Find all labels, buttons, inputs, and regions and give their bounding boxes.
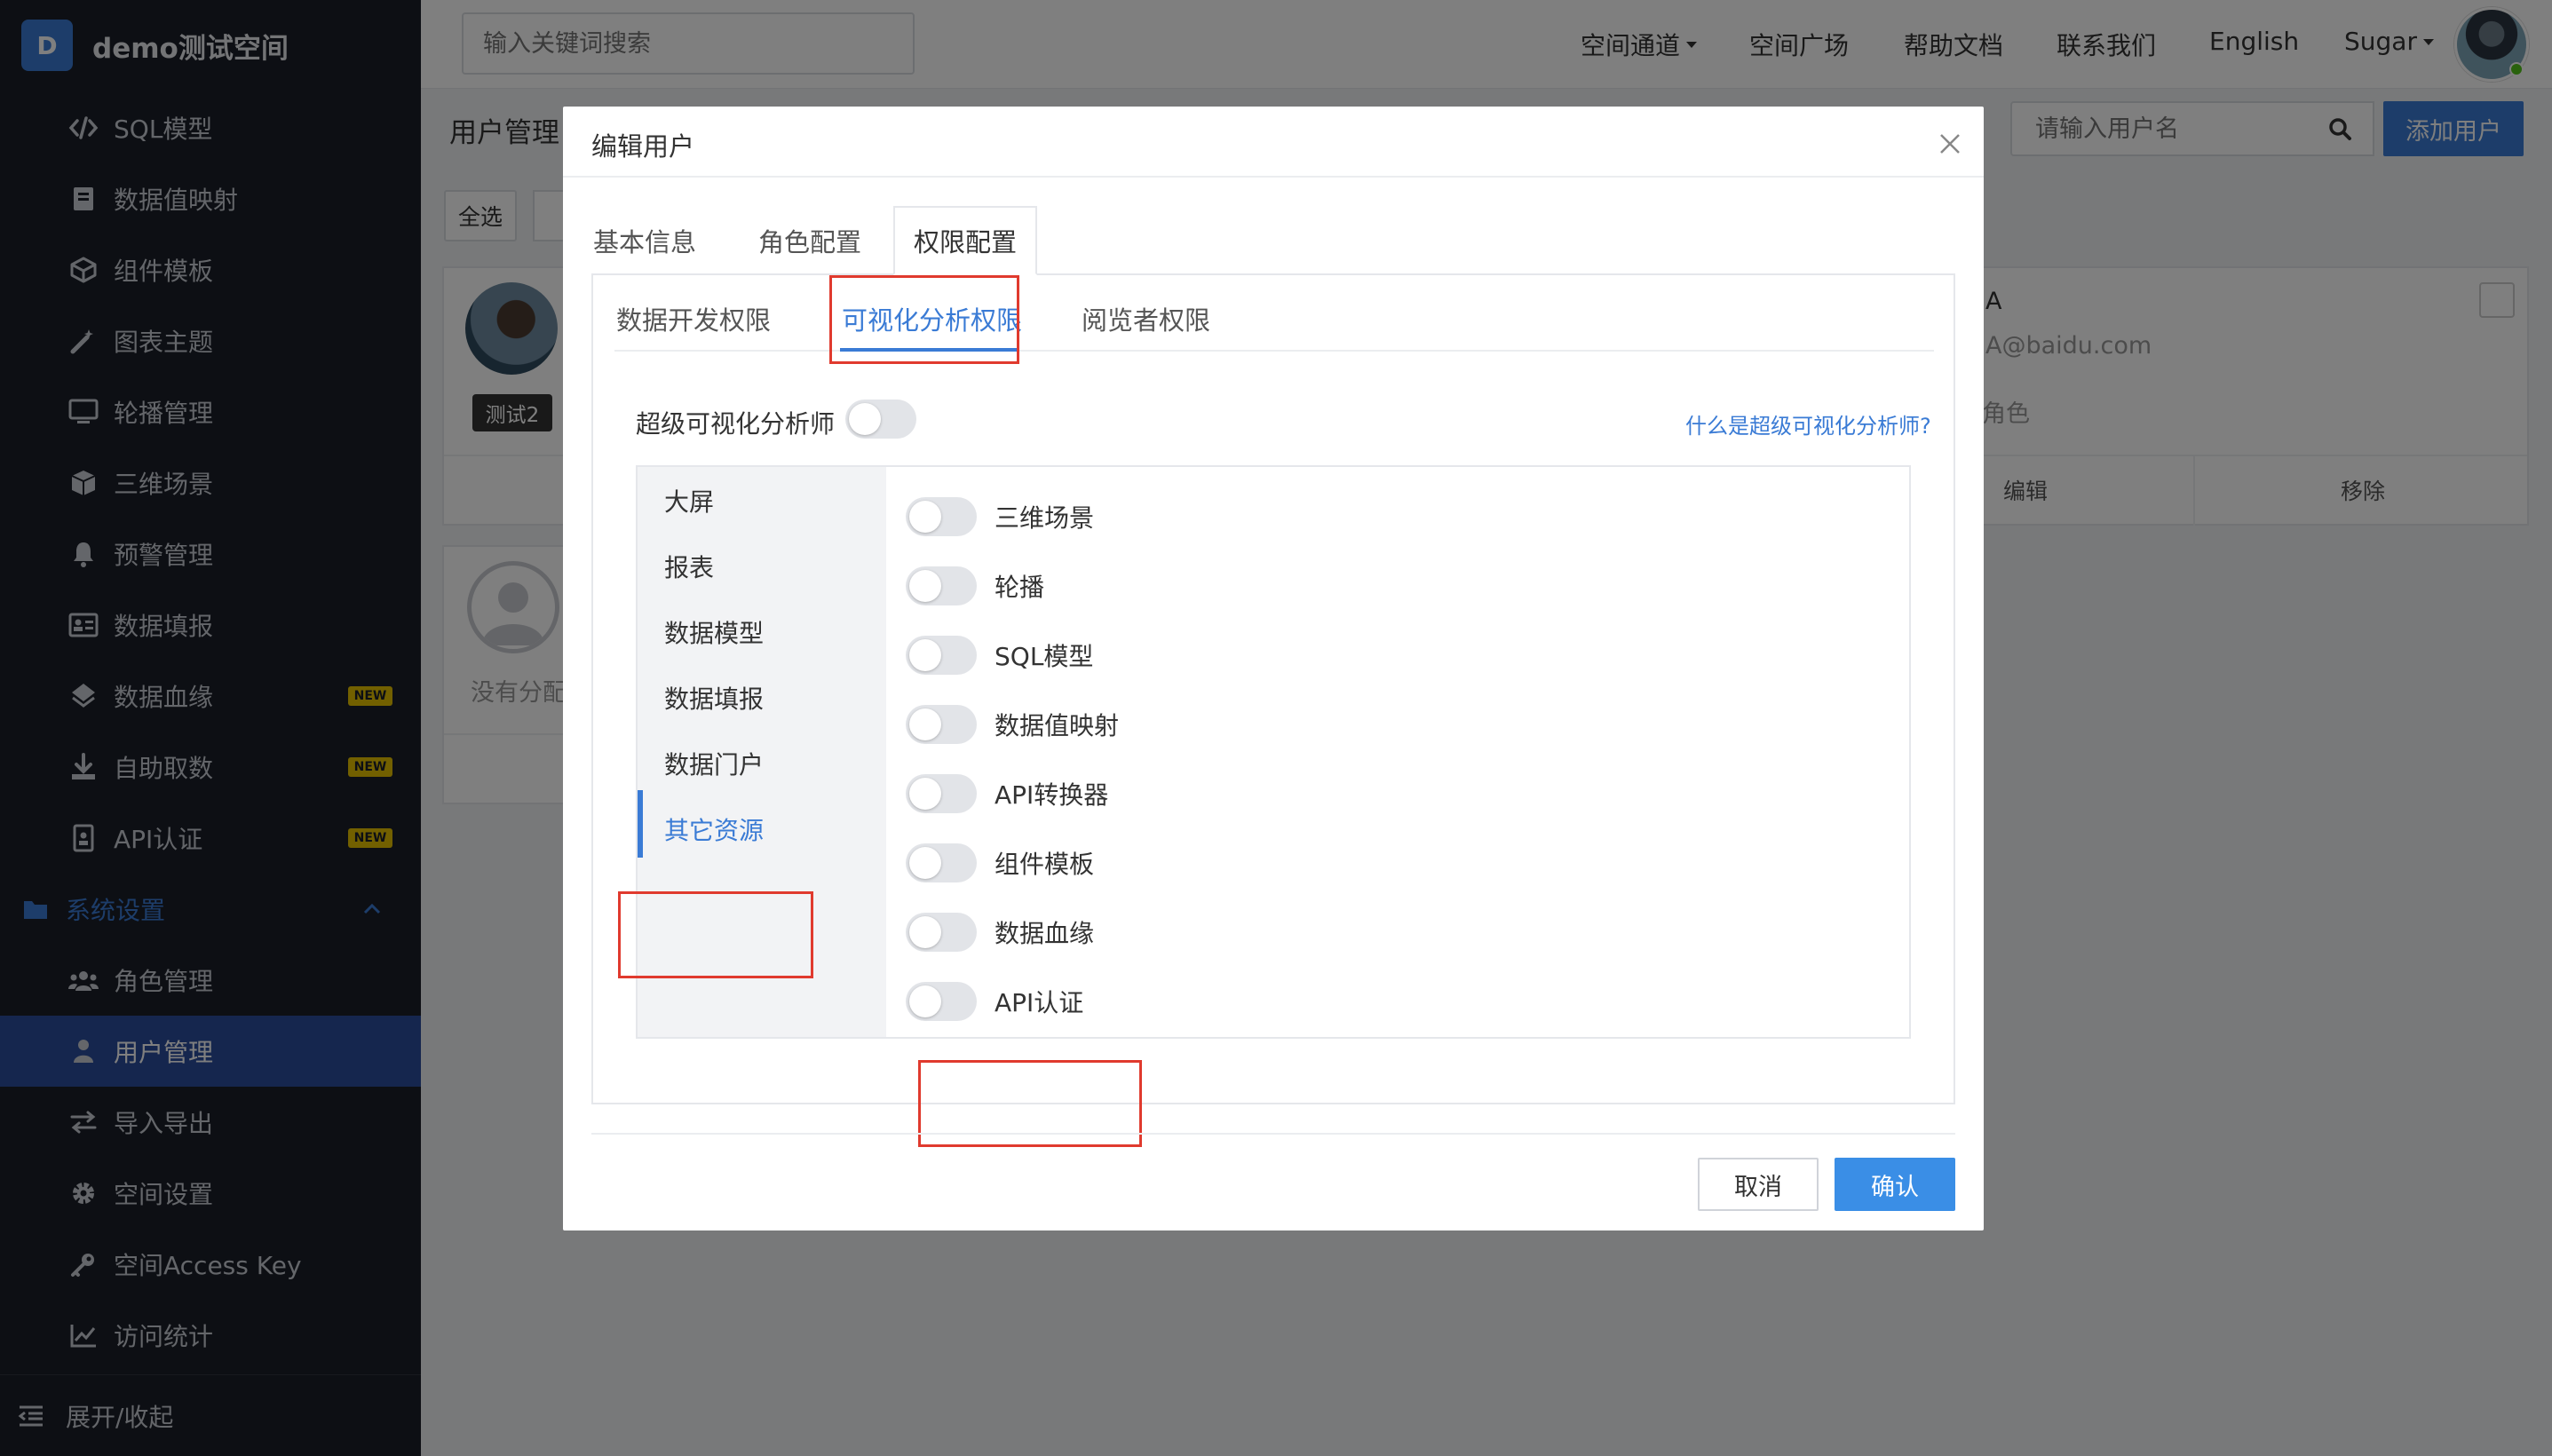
permission-row: 组件模板 [906,840,1094,886]
permission-toggle[interactable] [906,497,977,536]
highlight-box [618,891,813,978]
permission-label: 数据值映射 [995,711,1120,740]
permission-config-panel: 数据开发权限 可视化分析权限 阅览者权限 超级可视化分析师 什么是超级可视化分析… [591,273,1955,1147]
permission-row: SQL模型 [906,632,1093,678]
category-data-model[interactable]: 数据模型 [664,614,764,650]
subtab-data-dev-permissions[interactable]: 数据开发权限 [616,300,771,337]
permission-label: API认证 [995,988,1084,1017]
permission-row: 轮播 [906,563,1044,609]
close-icon[interactable] [1932,126,1968,162]
permission-label: 数据血缘 [995,919,1095,948]
tab-permission-config[interactable]: 权限配置 [893,206,1037,275]
category-big-screen[interactable]: 大屏 [664,483,714,518]
permission-label: SQL模型 [995,642,1094,671]
category-data-portal[interactable]: 数据门户 [664,746,764,781]
permission-label: API转换器 [995,780,1109,810]
permission-toggle[interactable] [906,636,977,675]
permission-toggle[interactable] [906,774,977,813]
category-other-resources[interactable]: 其它资源 [664,811,764,847]
highlight-box [829,275,1019,364]
permission-row: 数据值映射 [906,701,1119,748]
permission-label: 组件模板 [995,850,1095,879]
divider [563,176,1984,178]
permission-toggle[interactable] [906,566,977,605]
permission-toggle[interactable] [906,913,977,952]
dialog-title: 编辑用户 [591,131,695,162]
permission-row: API认证 [906,978,1083,1025]
permission-toggle[interactable] [906,705,977,744]
resource-permissions-box: 大屏 报表 数据模型 数据填报 数据门户 其它资源 三维场景 轮播 SQL模型 … [636,465,1911,1039]
super-analyst-label: 超级可视化分析师 [636,409,836,439]
divider [591,1133,1955,1135]
cancel-button[interactable]: 取消 [1698,1158,1819,1211]
permission-toggle[interactable] [906,843,977,882]
active-category-indicator [638,790,643,858]
category-report[interactable]: 报表 [664,549,714,584]
super-analyst-help-link[interactable]: 什么是超级可视化分析师? [1685,408,1931,439]
permission-row: 三维场景 [906,494,1094,540]
divider [614,350,1934,352]
tab-role-config[interactable]: 角色配置 [757,206,863,275]
tab-basic-info[interactable]: 基本信息 [591,206,698,275]
super-analyst-toggle[interactable] [845,400,916,439]
permission-toggle[interactable] [906,982,977,1021]
permission-label: 轮播 [995,573,1045,602]
subtab-viewer-permissions[interactable]: 阅览者权限 [1082,300,1210,337]
category-data-entry[interactable]: 数据填报 [664,680,764,716]
permission-label: 三维场景 [995,503,1095,533]
edit-user-dialog: 编辑用户 基本信息 角色配置 权限配置 数据开发权限 可视化分析权限 阅览者权限… [563,107,1984,1230]
permission-row: API转换器 [906,771,1108,817]
confirm-button[interactable]: 确认 [1835,1158,1955,1211]
permission-row: 数据血缘 [906,909,1094,955]
